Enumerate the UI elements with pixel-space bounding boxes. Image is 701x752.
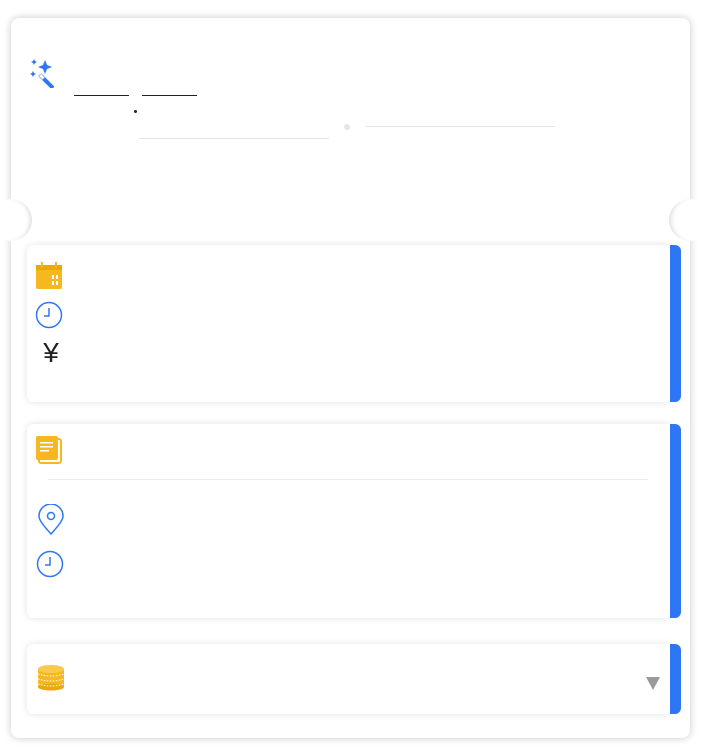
ticket-notch-left bbox=[0, 199, 32, 241]
calendar-icon bbox=[36, 262, 62, 289]
ticket-notch-right bbox=[669, 199, 701, 241]
clock-icon bbox=[35, 301, 63, 329]
triangle-down-icon[interactable] bbox=[646, 677, 660, 690]
subtitle-left bbox=[139, 138, 329, 139]
location-pin-icon bbox=[38, 504, 64, 536]
title-separator-dot bbox=[134, 110, 137, 113]
coin-card[interactable] bbox=[27, 644, 681, 714]
ticket-card: ¥ bbox=[0, 18, 701, 738]
coin-stack-icon bbox=[37, 665, 65, 691]
coin-card-accent-bar bbox=[670, 644, 681, 714]
title-part-1 bbox=[74, 95, 129, 96]
title-part-2 bbox=[142, 95, 197, 96]
magic-wand-icon bbox=[30, 59, 55, 88]
subtitle-dot bbox=[344, 124, 350, 130]
schedule-card[interactable]: ¥ bbox=[27, 245, 681, 402]
yen-icon: ¥ bbox=[43, 337, 59, 368]
schedule-card-accent-bar bbox=[670, 245, 681, 402]
subtitle-right bbox=[366, 126, 555, 127]
clock-icon bbox=[36, 550, 64, 578]
detail-card[interactable] bbox=[27, 424, 681, 618]
detail-card-accent-bar bbox=[670, 424, 681, 618]
notes-icon bbox=[36, 436, 62, 464]
detail-divider bbox=[48, 479, 648, 480]
